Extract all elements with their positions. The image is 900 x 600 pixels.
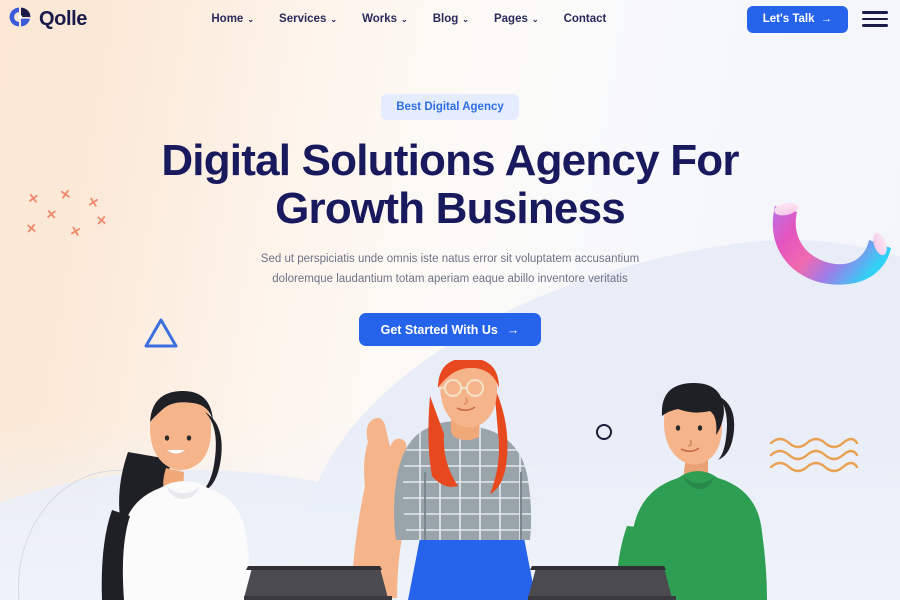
hero-section: Best Digital Agency Digital Solutions Ag… xyxy=(0,0,900,346)
nav-label: Blog xyxy=(432,13,459,25)
team-meeting-illustration xyxy=(0,358,900,600)
hamburger-bar xyxy=(861,11,888,14)
hero-headline: Digital Solutions Agency For Growth Busi… xyxy=(161,136,739,233)
chevron-down-icon: ⌄ xyxy=(462,15,469,24)
chevron-down-icon: ⌄ xyxy=(330,15,338,24)
nav-label: Works xyxy=(362,13,398,25)
hamburger-menu-icon[interactable] xyxy=(861,11,888,27)
nav-item-home[interactable]: Home ⌄ xyxy=(211,13,254,25)
nav-label: Home xyxy=(211,13,244,25)
nav-label: Pages xyxy=(493,13,528,25)
chevron-down-icon: ⌄ xyxy=(531,15,539,24)
nav-item-pages[interactable]: Pages ⌄ xyxy=(494,13,539,25)
nav-item-works[interactable]: Works ⌄ xyxy=(362,13,408,25)
get-started-button[interactable]: Get Started With Us → xyxy=(358,313,542,346)
hamburger-bar xyxy=(861,17,888,21)
nav-label: Contact xyxy=(563,13,607,25)
hamburger-bar xyxy=(861,24,888,27)
chevron-down-icon: ⌄ xyxy=(401,15,408,24)
figure-left-woman xyxy=(101,390,251,600)
site-header: Qolle Home ⌄ Services ⌄ Works ⌄ Blog ⌄ P… xyxy=(0,0,900,38)
figure-center-woman xyxy=(351,358,539,600)
brand-name: Qolle xyxy=(39,7,88,30)
brand-logo[interactable]: Qolle xyxy=(8,5,87,34)
nav-item-contact[interactable]: Contact xyxy=(564,13,607,25)
header-actions: Let's Talk → xyxy=(746,5,888,33)
nav-item-blog[interactable]: Blog ⌄ xyxy=(433,13,469,25)
arrow-right-icon: → xyxy=(820,13,832,25)
get-started-label: Get Started With Us xyxy=(380,322,498,337)
hero-subtitle: Sed ut perspiciatis unde omnis iste natu… xyxy=(260,253,640,285)
hero-badge: Best Digital Agency xyxy=(381,94,519,120)
qolle-circle-logo-icon xyxy=(8,5,32,34)
nav-item-services[interactable]: Services ⌄ xyxy=(279,13,337,25)
chevron-down-icon: ⌄ xyxy=(247,15,255,24)
lets-talk-button[interactable]: Let's Talk → xyxy=(746,5,848,33)
nav-label: Services xyxy=(279,13,327,25)
arrow-right-icon: → xyxy=(506,322,520,337)
lets-talk-label: Let's Talk xyxy=(762,13,815,25)
main-navigation: Home ⌄ Services ⌄ Works ⌄ Blog ⌄ Pages ⌄… xyxy=(211,13,606,25)
